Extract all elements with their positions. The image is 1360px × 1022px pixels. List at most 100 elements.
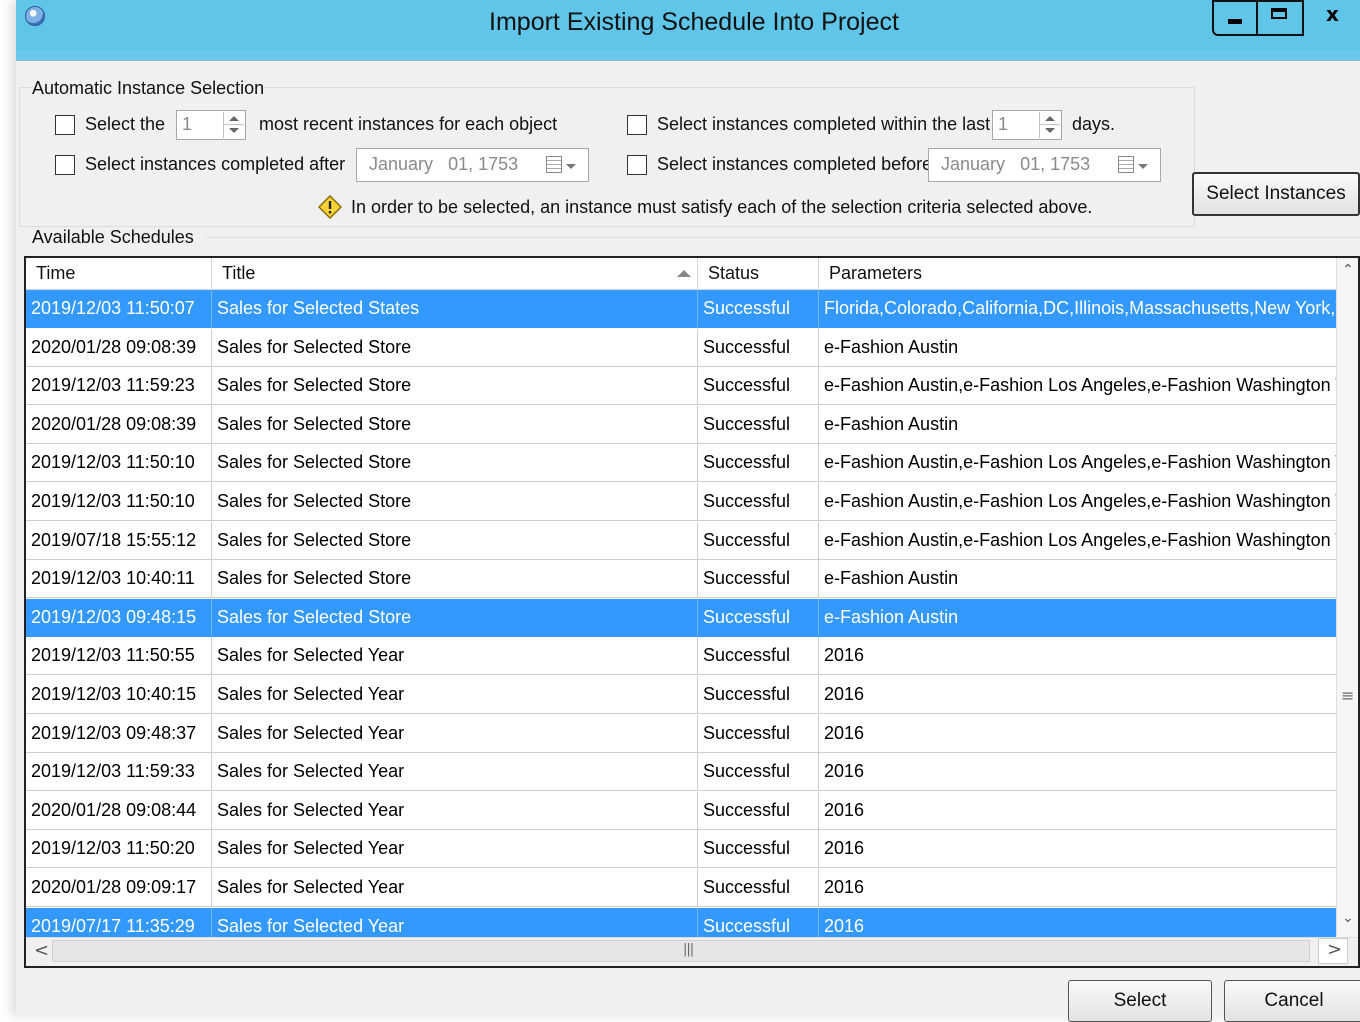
cell-time: 2019/12/03 11:50:55 bbox=[26, 637, 212, 675]
within-suffix-label: days. bbox=[1072, 114, 1116, 134]
cell-title: Sales for Selected Store bbox=[212, 328, 698, 366]
cell-status: Successful bbox=[698, 753, 819, 791]
table-row[interactable]: 2019/12/03 11:50:10 Sales for Selected St… bbox=[26, 483, 1339, 521]
cell-params: 2016 bbox=[824, 684, 865, 704]
scroll-thumb-grip-icon[interactable]: ≡ bbox=[1341, 686, 1354, 705]
table-row[interactable]: 2019/12/03 11:50:55 Sales for Selected Ye… bbox=[26, 637, 1339, 676]
table-row[interactable]: 2019/07/17 11:35:29 Sales for Selected Ye… bbox=[26, 907, 1339, 938]
recent-count-spinner[interactable]: 1 bbox=[176, 110, 246, 140]
import-schedule-dialog: Import Existing Schedule Into Project x … bbox=[16, 0, 1360, 1022]
table-row[interactable]: 2019/12/03 10:40:15 Sales for Selected Ye… bbox=[26, 676, 1339, 714]
cell-time: 2019/12/03 11:50:20 bbox=[26, 830, 212, 868]
cell-params: e-Fashion Austin,e-Fashion Los Angeles,e… bbox=[824, 529, 1339, 550]
table-row[interactable]: 2020/01/28 09:08:39 Sales for Selected St… bbox=[26, 328, 1339, 367]
cell-params: e-Fashion Austin,e-Fashion Los Angeles,e… bbox=[824, 452, 1339, 473]
maximize-button[interactable] bbox=[1258, 0, 1304, 36]
column-header-status[interactable]: Status bbox=[698, 258, 819, 289]
scroll-left-icon[interactable]: < bbox=[34, 940, 49, 961]
horizontal-scrollbar[interactable]: < ||| > bbox=[26, 937, 1358, 966]
cell-time: 2019/12/03 10:40:11 bbox=[26, 560, 212, 598]
completed-before-label: Select instances completed before bbox=[657, 154, 933, 174]
dropdown-caret-icon[interactable] bbox=[566, 164, 576, 169]
maximize-icon bbox=[1271, 8, 1287, 19]
table-row[interactable]: 2019/12/03 10:40:11 Sales for Selected St… bbox=[26, 560, 1339, 599]
spin-up-icon[interactable] bbox=[1045, 116, 1055, 121]
cell-status: Successful bbox=[698, 676, 819, 713]
title-bar-edge bbox=[16, 50, 1360, 61]
minimize-button[interactable] bbox=[1212, 0, 1258, 36]
cell-title: Sales for Selected Store bbox=[212, 444, 698, 482]
cell-status: Successful bbox=[698, 521, 819, 559]
dropdown-caret-icon[interactable] bbox=[1138, 164, 1148, 169]
within-days-spinner[interactable]: 1 bbox=[992, 110, 1062, 140]
cell-status: Successful bbox=[698, 444, 819, 482]
sort-ascending-icon bbox=[677, 270, 691, 277]
cell-params: e-Fashion Austin bbox=[824, 413, 959, 434]
column-header-title[interactable]: Title bbox=[212, 258, 698, 289]
recent-suffix-label: most recent instances for each object bbox=[259, 114, 558, 134]
table-row[interactable]: 2020/01/28 09:09:17 Sales for Selected Ye… bbox=[26, 869, 1339, 907]
automatic-selection-label: Automatic Instance Selection bbox=[32, 78, 265, 99]
spinner-arrows[interactable] bbox=[223, 112, 244, 138]
completed-before-date-picker[interactable]: January 01, 1753 bbox=[928, 148, 1161, 182]
cell-params: e-Fashion Austin bbox=[824, 568, 959, 589]
cell-params: e-Fashion Austin,e-Fashion Los Angeles,e… bbox=[824, 491, 1339, 511]
cell-status: Successful bbox=[698, 290, 819, 327]
calendar-icon[interactable] bbox=[546, 156, 562, 173]
table-row[interactable]: 2019/12/03 11:50:10 Sales for Selected St… bbox=[26, 444, 1339, 483]
recent-instances-checkbox[interactable] bbox=[55, 115, 75, 135]
spin-down-icon[interactable] bbox=[1045, 128, 1055, 133]
title-bar[interactable]: Import Existing Schedule Into Project x bbox=[16, 0, 1360, 50]
recent-count-value: 1 bbox=[182, 114, 193, 134]
cell-time: 2019/12/03 11:50:07 bbox=[26, 290, 212, 327]
cell-params: 2016 bbox=[824, 838, 865, 859]
table-row[interactable]: 2019/12/03 09:48:37 Sales for Selected Ye… bbox=[26, 714, 1339, 753]
spin-down-icon[interactable] bbox=[229, 128, 239, 133]
cell-params: 2016 bbox=[824, 722, 865, 743]
cell-title: Sales for Selected Store bbox=[212, 367, 698, 405]
calendar-icon[interactable] bbox=[1118, 156, 1134, 173]
recent-prefix-label: Select the bbox=[85, 114, 166, 134]
completed-after-checkbox[interactable] bbox=[55, 155, 75, 175]
table-row[interactable]: 2019/12/03 09:48:15 Sales for Selected St… bbox=[26, 598, 1339, 637]
table-row[interactable]: 2020/01/28 09:08:44 Sales for Selected Ye… bbox=[26, 791, 1339, 830]
cell-title: Sales for Selected Year bbox=[212, 830, 698, 868]
cell-status: Successful bbox=[698, 791, 819, 829]
within-days-checkbox[interactable] bbox=[627, 115, 647, 135]
table-row[interactable]: 2019/07/18 15:55:12 Sales for Selected St… bbox=[26, 521, 1339, 560]
spin-up-icon[interactable] bbox=[229, 116, 239, 121]
scroll-thumb[interactable]: ||| bbox=[52, 940, 1310, 962]
cell-time: 2020/01/28 09:09:17 bbox=[26, 869, 212, 906]
table-row[interactable]: 2019/12/03 11:59:23 Sales for Selected St… bbox=[26, 367, 1339, 406]
scroll-down-icon[interactable]: ⌄ bbox=[1342, 910, 1354, 926]
cell-title: Sales for Selected Store bbox=[212, 598, 698, 636]
close-icon: x bbox=[1326, 2, 1339, 26]
table-row[interactable]: 2020/01/28 09:08:39 Sales for Selected St… bbox=[26, 405, 1339, 444]
scroll-right-icon[interactable]: > bbox=[1327, 939, 1342, 960]
column-header-parameters[interactable]: Parameters bbox=[819, 258, 1339, 289]
cell-title: Sales for Selected Year bbox=[212, 791, 698, 829]
spinner-arrows[interactable] bbox=[1039, 112, 1060, 138]
cell-time: 2019/07/17 11:35:29 bbox=[26, 907, 212, 938]
divider bbox=[206, 237, 1360, 238]
select-instances-button[interactable]: Select Instances bbox=[1192, 172, 1360, 216]
scroll-up-icon[interactable]: ⌃ bbox=[1342, 262, 1354, 278]
scroll-right-button[interactable]: > bbox=[1318, 938, 1348, 964]
cell-status: Successful bbox=[698, 560, 819, 598]
cell-status: Successful bbox=[698, 405, 819, 443]
column-header-time[interactable]: Time bbox=[26, 258, 212, 289]
table-row[interactable]: 2019/12/03 11:50:20 Sales for Selected Ye… bbox=[26, 830, 1339, 869]
completed-after-date-picker[interactable]: January 01, 1753 bbox=[356, 148, 589, 182]
cell-time: 2020/01/28 09:08:44 bbox=[26, 791, 212, 829]
cell-title: Sales for Selected Year bbox=[212, 907, 698, 938]
schedules-grid[interactable]: Time Title Status Parameters 2019/12/03 … bbox=[24, 256, 1360, 968]
completed-after-label: Select instances completed after bbox=[85, 154, 346, 174]
cell-time: 2019/12/03 11:50:10 bbox=[26, 483, 212, 520]
table-row[interactable]: 2019/12/03 11:59:33 Sales for Selected Ye… bbox=[26, 753, 1339, 792]
table-row[interactable]: 2019/12/03 11:50:07 Sales for Selected St… bbox=[26, 290, 1339, 328]
vertical-scrollbar[interactable]: ⌃ ≡ ⌄ bbox=[1336, 258, 1358, 938]
close-button[interactable]: x bbox=[1304, 0, 1360, 36]
completed-before-checkbox[interactable] bbox=[627, 155, 647, 175]
cell-title: Sales for Selected Store bbox=[212, 483, 698, 520]
cell-params: e-Fashion Austin,e-Fashion Los Angeles,e… bbox=[824, 375, 1339, 396]
